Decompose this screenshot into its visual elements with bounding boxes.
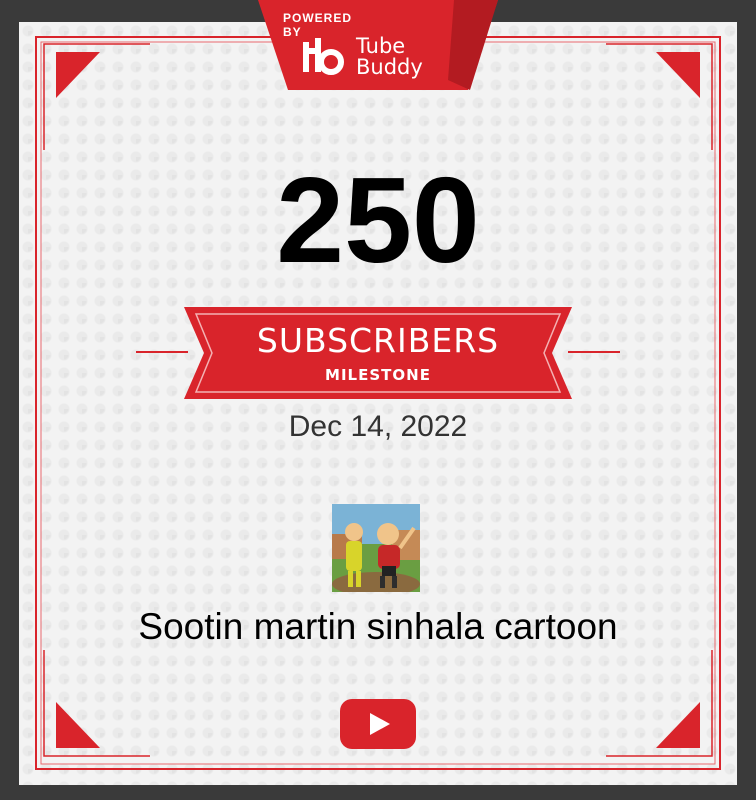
channel-avatar <box>332 504 420 592</box>
milestone-certificate: POWERED BY Tube Buddy 250 SUBSCRIBERS MI… <box>0 0 756 800</box>
milestone-title: SUBSCRIBERS <box>256 321 500 360</box>
certificate-border <box>35 36 721 770</box>
brand-line-1: Tube <box>356 34 406 58</box>
channel-name: Sootin martin sinhala cartoon <box>138 606 618 647</box>
tubebuddy-wordmark: Tube Buddy <box>356 36 423 78</box>
tubebuddy-logo-icon <box>303 38 344 75</box>
milestone-subtitle: MILESTONE <box>325 366 431 384</box>
milestone-count: 250 <box>276 152 480 288</box>
youtube-play-icon <box>340 699 416 749</box>
milestone-date: Dec 14, 2022 <box>288 410 468 443</box>
brand-line-2: Buddy <box>356 55 423 79</box>
